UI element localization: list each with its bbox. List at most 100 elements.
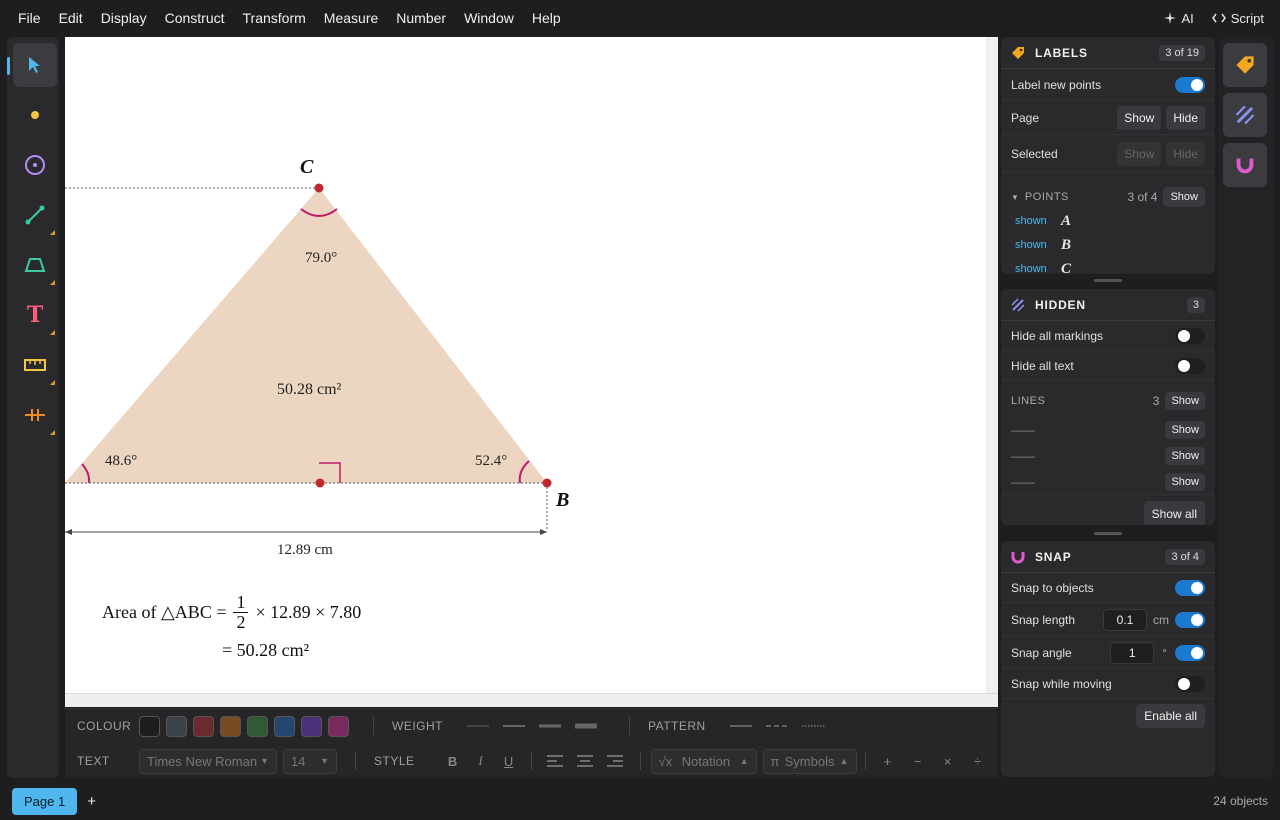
enable-all-button[interactable]: Enable all [1136, 704, 1205, 728]
angle-a-measure[interactable]: 48.6° [105, 453, 137, 470]
panel-resize-handle[interactable] [1094, 279, 1122, 282]
menu-help[interactable]: Help [523, 10, 570, 26]
swatch-magenta[interactable] [328, 715, 349, 737]
weight-medium[interactable] [503, 723, 525, 729]
sketch-canvas[interactable]: C B 79.0° 48.6° 52.4° 50.28 cm² 12.89 cm… [65, 37, 986, 693]
hide-text-toggle[interactable] [1175, 357, 1205, 374]
snap-length-toggle[interactable] [1175, 611, 1205, 628]
hide-markings-toggle[interactable] [1175, 327, 1205, 344]
snap-panel-header[interactable]: SNAP 3 of 4 [1001, 541, 1215, 573]
polygon-tool[interactable] [13, 243, 57, 287]
swatch-blue[interactable] [274, 715, 295, 737]
point-foot[interactable] [315, 478, 325, 488]
labels-panel-header[interactable]: LABELS 3 of 19 [1001, 37, 1215, 69]
area-calculation[interactable]: Area of △ABC = 1 2 × 12.89 × 7.80 [102, 593, 361, 632]
pattern-dotted[interactable] [801, 723, 826, 729]
menu-measure[interactable]: Measure [315, 10, 387, 26]
marker-tool[interactable] [13, 393, 57, 437]
hidden-panel-button[interactable] [1223, 93, 1267, 137]
point-list-item[interactable]: shown A [1001, 209, 1215, 233]
menu-window[interactable]: Window [455, 10, 523, 26]
label-b[interactable]: B [556, 489, 569, 512]
minus-button[interactable]: − [904, 754, 932, 769]
swatch-black[interactable] [139, 715, 160, 737]
script-button[interactable]: Script [1211, 11, 1264, 26]
snap-panel-button[interactable] [1223, 143, 1267, 187]
divide-button[interactable]: ÷ [964, 754, 992, 769]
segment-tool[interactable] [13, 193, 57, 237]
show-all-button[interactable]: Show all [1143, 501, 1205, 525]
line-show-button[interactable]: Show [1165, 472, 1205, 491]
pattern-dashed[interactable] [765, 723, 788, 729]
page-tab[interactable]: Page 1 [12, 787, 78, 815]
weight-thin[interactable] [467, 723, 489, 729]
horizontal-scrollbar[interactable] [65, 693, 998, 707]
label-new-points-toggle[interactable] [1175, 76, 1205, 93]
vertical-scrollbar[interactable] [986, 37, 998, 693]
menu-display[interactable]: Display [92, 10, 156, 26]
font-size-select[interactable]: 14 ▼ [283, 748, 337, 774]
times-button[interactable]: × [934, 754, 962, 769]
point-tool[interactable] [13, 93, 57, 137]
area-measure[interactable]: 50.28 cm² [277, 381, 341, 399]
snap-angle-toggle[interactable] [1175, 644, 1205, 661]
menu-edit[interactable]: Edit [50, 10, 92, 26]
points-show-button[interactable]: Show [1163, 187, 1205, 207]
point-list-item[interactable]: shown B [1001, 233, 1215, 257]
add-page-button[interactable]: + [87, 793, 96, 810]
ai-button[interactable]: AI [1164, 11, 1194, 26]
labels-title: LABELS [1035, 45, 1088, 60]
triangle-abc[interactable] [65, 188, 547, 483]
align-right-icon[interactable] [606, 755, 623, 767]
snap-angle-input[interactable]: 1 [1110, 641, 1155, 664]
menu-file[interactable]: File [9, 10, 50, 26]
angle-b-measure[interactable]: 52.4° [475, 453, 507, 470]
bold-button[interactable]: B [439, 754, 467, 769]
panel-resize-handle[interactable] [1094, 532, 1122, 535]
selected-hide-button[interactable]: Hide [1166, 141, 1205, 166]
align-center-icon[interactable] [576, 755, 593, 767]
snap-moving-toggle[interactable] [1175, 675, 1205, 692]
formula-result[interactable]: = 50.28 cm² [222, 640, 309, 661]
labels-panel-button[interactable] [1223, 43, 1267, 87]
menu-number[interactable]: Number [387, 10, 455, 26]
italic-button[interactable]: I [467, 753, 495, 769]
snap-length-input[interactable]: 0.1 [1103, 608, 1147, 631]
line-show-button[interactable]: Show [1165, 447, 1205, 465]
page-show-button[interactable]: Show [1117, 105, 1162, 130]
swatch-green[interactable] [247, 715, 268, 737]
symbols-button[interactable]: π Symbols ▲ [762, 748, 857, 774]
plus-button[interactable]: + [874, 754, 902, 769]
pattern-solid[interactable] [729, 723, 752, 729]
label-c[interactable]: C [300, 156, 313, 179]
point-name: B [1061, 236, 1072, 253]
notation-button[interactable]: √x Notation ▲ [650, 748, 757, 774]
selected-show-button[interactable]: Show [1117, 141, 1162, 166]
measure-tool[interactable] [13, 343, 57, 387]
select-arrow-tool[interactable] [7, 43, 57, 87]
swatch-orange[interactable] [220, 715, 241, 737]
swatch-red[interactable] [193, 715, 214, 737]
underline-button[interactable]: U [495, 754, 523, 769]
circle-tool[interactable] [13, 143, 57, 187]
line-show-button[interactable]: Show [1165, 421, 1205, 439]
lines-show-button[interactable]: Show [1165, 392, 1205, 410]
align-left-icon[interactable] [546, 755, 563, 767]
menu-transform[interactable]: Transform [234, 10, 315, 26]
point-list-item[interactable]: shown C [1001, 257, 1215, 275]
weight-thick[interactable] [539, 723, 561, 729]
swatch-grey[interactable] [166, 715, 187, 737]
page-hide-button[interactable]: Hide [1166, 105, 1205, 130]
text-label: TEXT [77, 754, 110, 768]
text-tool[interactable]: T [13, 293, 57, 337]
menu-construct[interactable]: Construct [156, 10, 234, 26]
point-c[interactable] [314, 183, 324, 193]
snap-objects-toggle[interactable] [1175, 579, 1205, 596]
weight-heavy[interactable] [575, 722, 597, 730]
font-family-select[interactable]: Times New Roman ▼ [139, 748, 277, 774]
swatch-purple[interactable] [301, 715, 322, 737]
hidden-panel-header[interactable]: HIDDEN 3 [1001, 289, 1215, 321]
point-b[interactable] [542, 478, 552, 488]
angle-c-measure[interactable]: 79.0° [305, 250, 337, 267]
base-length-measure[interactable]: 12.89 cm [277, 542, 333, 559]
